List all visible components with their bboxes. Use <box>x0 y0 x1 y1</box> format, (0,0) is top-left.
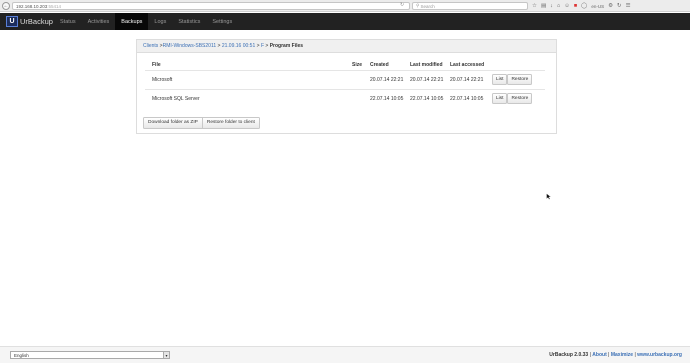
url-host: 192.168.10.203 <box>16 3 48 9</box>
file-browser-panel: Clients > RMI-Windows-SBS2011 > 21.09.16 … <box>136 39 557 134</box>
file-size <box>350 69 368 89</box>
sync-icon[interactable]: ↻ <box>617 3 622 9</box>
nav-status[interactable]: Status <box>54 13 82 30</box>
home-icon[interactable]: ⌂ <box>557 3 560 9</box>
list-button[interactable]: List <box>492 93 508 105</box>
locale-label[interactable]: en-US <box>591 4 604 9</box>
file-size <box>350 88 368 108</box>
star-icon[interactable]: ☆ <box>532 3 537 9</box>
version-text: UrBackup 2.0.33 <box>549 352 589 358</box>
browser-toolbar: ← 192.168.10.203:55414 ↻ ⚲ Search ☆ ▤ ↓ … <box>0 0 690 12</box>
nav-logs[interactable]: Logs <box>148 13 172 30</box>
file-created: 20.07.14 22:21 <box>368 69 408 89</box>
footer: English ▾ UrBackup 2.0.33 | About | Maxi… <box>0 346 690 363</box>
search-placeholder: Search <box>420 3 435 9</box>
breadcrumb: Clients > RMI-Windows-SBS2011 > 21.09.16 … <box>137 40 556 53</box>
col-accessed: Last accessed <box>450 61 485 68</box>
nav-activities[interactable]: Activities <box>82 13 116 30</box>
language-select[interactable]: English ▾ <box>10 351 170 359</box>
urbackup-logo-icon: U <box>6 16 18 27</box>
nav-statistics[interactable]: Statistics <box>172 13 206 30</box>
address-bar[interactable]: 192.168.10.203:55414 <box>12 2 410 10</box>
breadcrumb-client[interactable]: RMI-Windows-SBS2011 <box>163 43 217 49</box>
brand-text: UrBackup <box>20 17 53 26</box>
browser-icons: ☆ ▤ ↓ ⌂ ☺ ■ ◯ en-US ⚙ ↻ ☰ <box>532 1 631 11</box>
breadcrumb-backup[interactable]: 21.09.16 00:51 <box>222 43 255 49</box>
col-created: Created <box>370 61 389 68</box>
folder-actions: Download folder as ZIP Restore folder to … <box>143 117 260 129</box>
url-port: :55414 <box>47 3 62 9</box>
file-modified: 22.07.14 10:05 <box>408 88 448 108</box>
restore-button[interactable]: Restore <box>507 74 533 85</box>
app-navbar: U UrBackup Status Activities Backups Log… <box>0 13 690 30</box>
file-accessed: 20.07.14 22:21 <box>448 69 490 89</box>
nav-backups[interactable]: Backups <box>115 13 149 30</box>
files-table: File Size Created Last modified Last acc… <box>145 60 545 108</box>
nav-settings[interactable]: Settings <box>206 13 238 30</box>
shield-icon[interactable]: ◯ <box>581 3 587 9</box>
about-link[interactable]: About <box>592 352 606 358</box>
brand[interactable]: U UrBackup <box>6 16 54 27</box>
footer-info: UrBackup 2.0.33 | About | Maximize | www… <box>549 352 682 358</box>
col-file: File <box>152 61 161 68</box>
reading-list-icon[interactable]: ▤ <box>541 3 546 9</box>
language-value: English <box>14 352 29 358</box>
file-name: Microsoft <box>145 69 350 89</box>
website-link[interactable]: www.urbackup.org <box>637 352 682 358</box>
download-icon[interactable]: ↓ <box>550 3 553 9</box>
restore-button[interactable]: Restore <box>507 93 533 105</box>
file-modified: 20.07.14 22:21 <box>408 69 448 89</box>
file-name: Microsoft SQL Server <box>145 88 350 108</box>
addon-icon[interactable]: ⚙ <box>608 3 613 9</box>
list-button[interactable]: List <box>492 74 508 85</box>
restore-folder-button[interactable]: Restore folder to client <box>202 117 260 129</box>
mouse-cursor-icon <box>546 193 551 200</box>
download-zip-button[interactable]: Download folder as ZIP <box>143 117 203 129</box>
table-row: Microsoft SQL Server 22.07.14 10:05 22.0… <box>145 88 545 108</box>
chevron-down-icon: ▾ <box>163 352 169 358</box>
col-size: Size <box>352 61 363 68</box>
extension-icon[interactable]: ■ <box>574 3 577 9</box>
file-created: 22.07.14 10:05 <box>368 88 408 108</box>
col-modified: Last modified <box>410 61 443 68</box>
menu-icon[interactable]: ☰ <box>626 3 631 9</box>
maximize-link[interactable]: Maximize <box>611 352 633 358</box>
table-header-row: File Size Created Last modified Last acc… <box>145 60 545 70</box>
reload-icon[interactable]: ↻ <box>400 2 404 8</box>
table-row: Microsoft 20.07.14 22:21 20.07.14 22:21 … <box>145 69 545 89</box>
breadcrumb-current: Program Files <box>269 43 304 49</box>
back-icon[interactable]: ← <box>2 1 10 10</box>
file-accessed: 22.07.14 10:05 <box>448 88 490 108</box>
breadcrumb-clients[interactable]: Clients <box>143 43 158 49</box>
search-input[interactable]: ⚲ Search <box>412 2 528 10</box>
chat-icon[interactable]: ☺ <box>564 3 570 9</box>
